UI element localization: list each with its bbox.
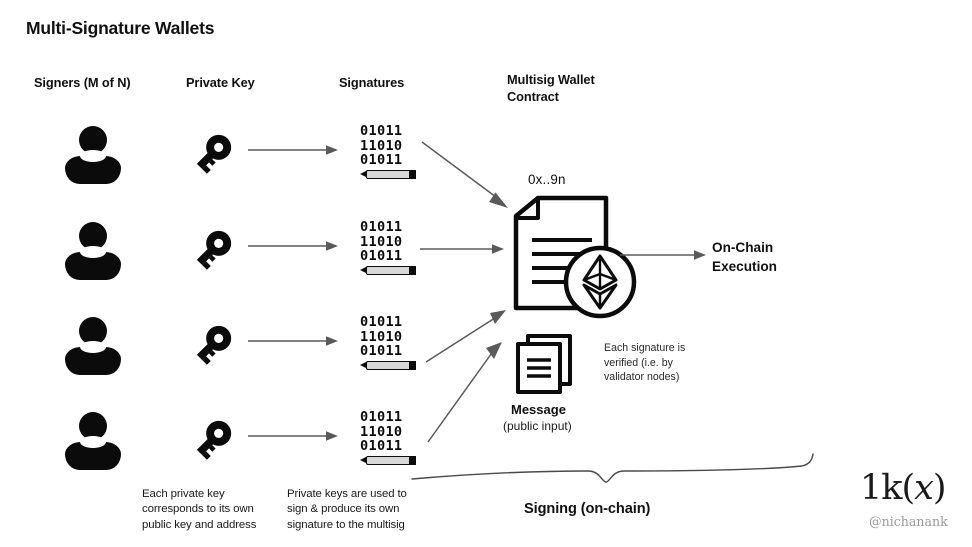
message-label: Message bbox=[511, 402, 566, 417]
column-header-contract-line1: Multisig Wallet bbox=[507, 72, 595, 87]
watermark-logo-prefix: 1k( bbox=[860, 468, 915, 508]
watermark-logo: 1k(x) bbox=[860, 468, 947, 508]
contract-to-execution-arrow bbox=[620, 245, 712, 265]
pencil-barrel-shape bbox=[366, 169, 414, 179]
key-to-signature-arrow bbox=[248, 331, 340, 351]
signer-person-icon bbox=[64, 126, 122, 184]
execution-line2: Execution bbox=[712, 259, 777, 274]
signer-person-icon bbox=[64, 317, 122, 375]
private-key-icon bbox=[188, 319, 238, 369]
contract-address-label: 0x..9n bbox=[528, 172, 566, 187]
private-key-caption: Each private key corresponds to its own … bbox=[142, 487, 292, 533]
key-to-signature-arrow bbox=[248, 236, 340, 256]
pencil-icon bbox=[360, 169, 422, 179]
watermark-logo-variable: x bbox=[914, 468, 934, 508]
key-to-signature-arrow bbox=[248, 140, 340, 160]
signer-person-icon bbox=[64, 412, 122, 470]
signature-bits-line1: 01011 bbox=[360, 219, 403, 235]
pencil-barrel-shape bbox=[366, 360, 414, 370]
signature-caption-line2: sign & produce its own bbox=[287, 503, 400, 516]
person-neck-gap bbox=[80, 246, 106, 258]
pencil-end-shape bbox=[409, 169, 416, 179]
key-to-signature-arrow bbox=[248, 426, 340, 446]
column-header-private-key: Private Key bbox=[186, 75, 255, 90]
pencil-barrel-shape bbox=[366, 455, 414, 465]
verification-annotation: Each signature is verified (i.e. by vali… bbox=[604, 341, 722, 385]
signing-brace bbox=[410, 452, 820, 488]
pencil-icon bbox=[360, 360, 422, 370]
message-document-icon bbox=[514, 332, 584, 398]
column-header-signatures: Signatures bbox=[339, 75, 405, 90]
signature-caption-line1: Private keys are used to bbox=[287, 488, 407, 500]
signature-to-contract-arrow bbox=[420, 239, 512, 259]
pencil-end-shape bbox=[409, 265, 416, 275]
pencil-icon bbox=[360, 265, 422, 275]
private-key-caption-line1: Each private key bbox=[142, 488, 225, 500]
column-header-multisig-contract: Multisig Wallet Contract bbox=[507, 71, 637, 105]
message-sublabel: (public input) bbox=[503, 419, 572, 433]
signer-person-icon bbox=[64, 222, 122, 280]
signature-caption: Private keys are used to sign & produce … bbox=[287, 487, 447, 533]
pencil-barrel-shape bbox=[366, 265, 414, 275]
page-title: Multi-Signature Wallets bbox=[26, 18, 215, 38]
signature-bits-line1: 01011 bbox=[360, 123, 403, 139]
signing-on-chain-label: Signing (on-chain) bbox=[524, 501, 651, 517]
verification-annotation-line2: verified (i.e. by bbox=[604, 356, 673, 369]
private-key-caption-line3: public key and address bbox=[142, 518, 257, 531]
column-header-contract-line2: Contract bbox=[507, 89, 559, 104]
pencil-end-shape bbox=[409, 360, 416, 370]
execution-line1: On-Chain bbox=[712, 240, 774, 255]
private-key-caption-line2: corresponds to its own bbox=[142, 503, 254, 516]
verification-annotation-line1: Each signature is bbox=[604, 342, 686, 354]
person-neck-gap bbox=[80, 436, 106, 448]
verification-annotation-line3: validator nodes) bbox=[604, 371, 680, 384]
diagram-canvas: Multi-Signature Wallets Signers (M of N)… bbox=[0, 0, 972, 547]
private-key-icon bbox=[188, 224, 238, 274]
private-key-icon bbox=[188, 128, 238, 178]
person-neck-gap bbox=[80, 150, 106, 162]
on-chain-execution-label: On-Chain Execution bbox=[712, 238, 822, 276]
column-header-signers: Signers (M of N) bbox=[34, 75, 131, 90]
signature-to-message-arrow bbox=[426, 340, 514, 448]
private-key-icon bbox=[188, 414, 238, 464]
signature-to-contract-arrow bbox=[420, 140, 520, 220]
signature-caption-line3: signature to the multisig bbox=[287, 518, 405, 531]
watermark-logo-suffix: ) bbox=[932, 468, 947, 508]
person-neck-gap bbox=[80, 341, 106, 353]
watermark-handle: @nichanank bbox=[869, 514, 948, 529]
